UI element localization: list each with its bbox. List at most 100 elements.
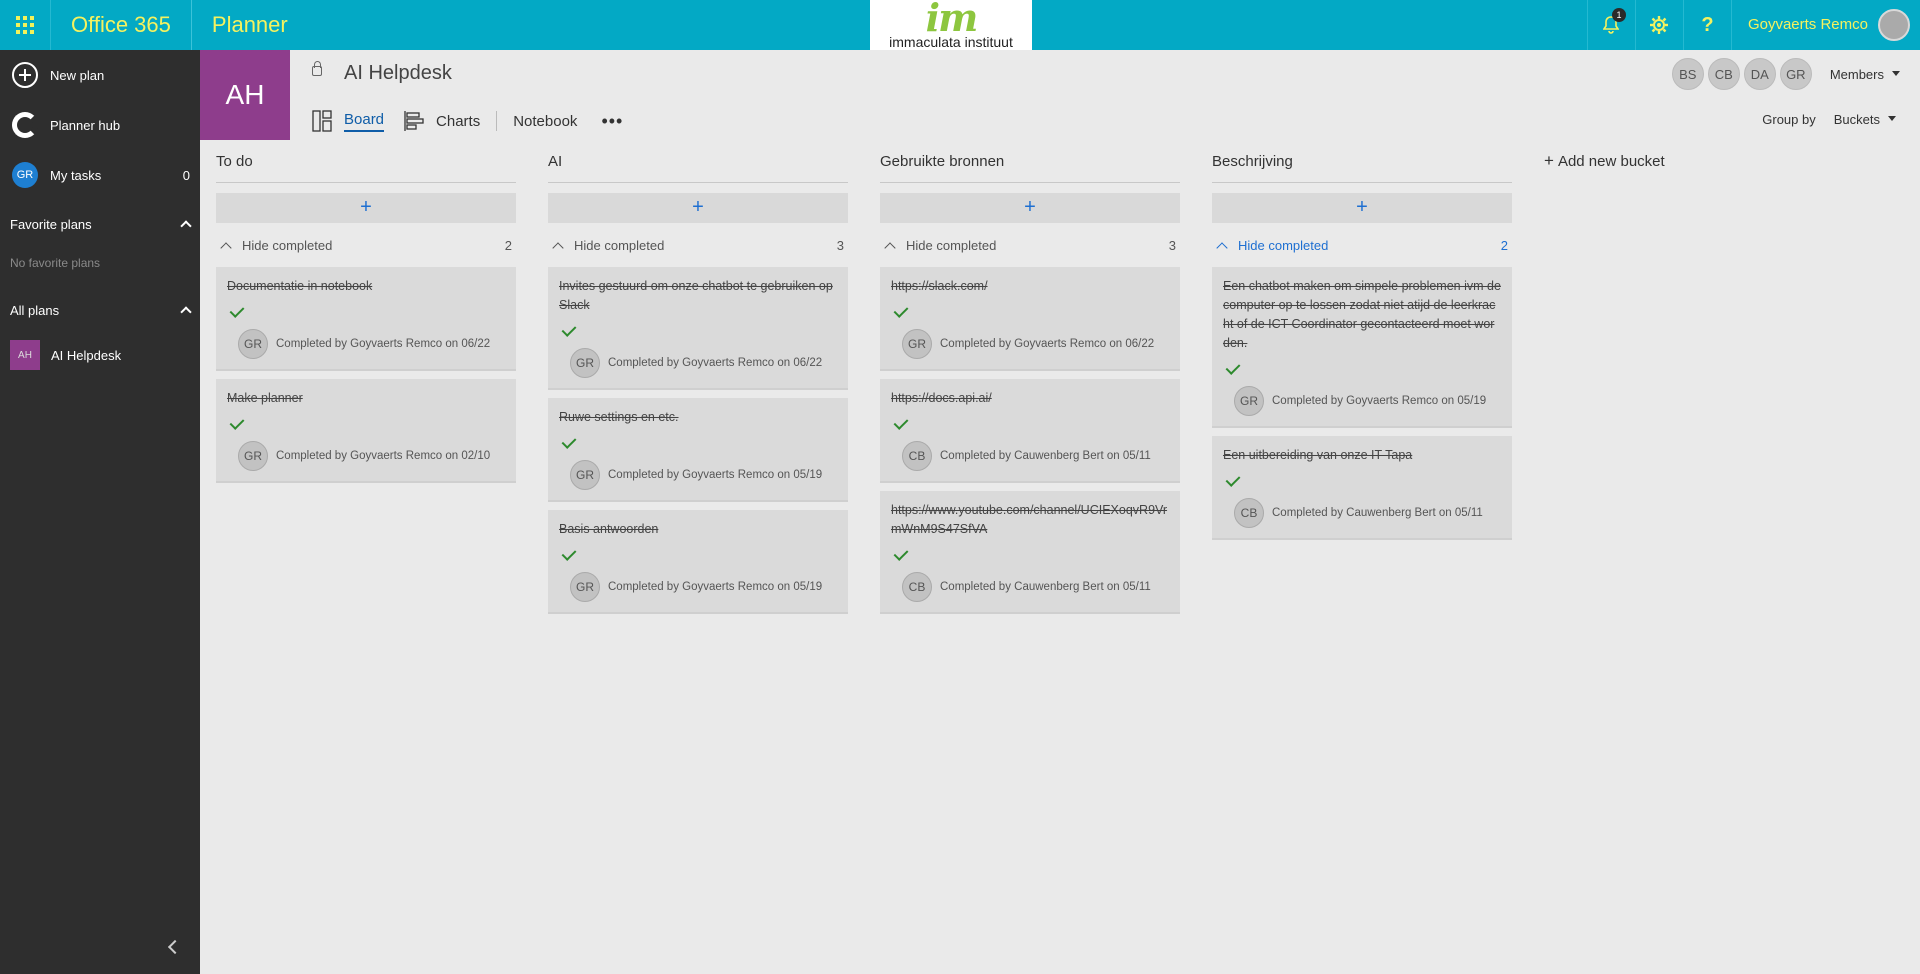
- task-card[interactable]: Invites gestuurd om onze chatbot te gebr…: [548, 267, 848, 390]
- completed-info: Completed by Goyvaerts Remco on 06/22: [276, 338, 491, 350]
- assignee-avatar: CB: [1234, 498, 1264, 528]
- left-sidebar: New plan Planner hub GR My tasks 0 Favor…: [0, 50, 200, 974]
- notification-badge: 1: [1611, 8, 1626, 22]
- task-title: Een chatbot maken om simpele problemen i…: [1223, 279, 1501, 350]
- checkmark-icon[interactable]: [893, 303, 909, 318]
- plan-title[interactable]: AI Helpdesk: [344, 62, 452, 85]
- assignee-avatar: GR: [238, 329, 268, 359]
- member-avatar[interactable]: DA: [1743, 58, 1776, 90]
- tab-charts[interactable]: Charts: [404, 106, 480, 136]
- school-logo: im immaculata instituut: [870, 0, 1032, 50]
- assignee-avatar: GR: [570, 348, 600, 378]
- task-card[interactable]: https://docs.api.ai/ CB Completed by Cauw…: [880, 379, 1180, 483]
- completed-info: Completed by Goyvaerts Remco on 06/22: [608, 357, 823, 369]
- app-launcher-button[interactable]: [0, 0, 50, 50]
- group-by-control: Group by Buckets: [1762, 112, 1896, 127]
- planner-hub-label: Planner hub: [50, 117, 121, 133]
- checkmark-icon[interactable]: [893, 415, 909, 430]
- notifications-button[interactable]: 1: [1586, 0, 1635, 50]
- hide-completed-toggle[interactable]: Hide completed 3: [548, 231, 848, 259]
- checkmark-icon[interactable]: [229, 415, 245, 430]
- members-area: BS CB DA GR Members: [1668, 58, 1900, 90]
- task-card[interactable]: Basis antwoorden GR Completed by Goyvaert…: [548, 510, 848, 614]
- view-tabs: Board Charts Notebook •••: [312, 106, 623, 136]
- hide-completed-toggle[interactable]: Hide completed 3: [880, 231, 1180, 259]
- bucket: Beschrijving + Hide completed 2 Een chatb…: [1212, 153, 1512, 614]
- settings-button[interactable]: [1634, 0, 1683, 50]
- hide-completed-label: Hide completed: [574, 237, 665, 253]
- tab-board[interactable]: Board: [312, 106, 385, 136]
- caret-down-icon: [1892, 70, 1900, 76]
- bucket-title[interactable]: To do: [216, 153, 516, 183]
- task-card[interactable]: Een chatbot maken om simpele problemen i…: [1212, 267, 1512, 428]
- member-avatar[interactable]: GR: [1779, 58, 1812, 90]
- task-card[interactable]: Documentatie in notebook GR Completed by …: [216, 267, 516, 371]
- my-tasks-link[interactable]: GR My tasks 0: [0, 150, 200, 200]
- checkmark-icon[interactable]: [893, 546, 909, 561]
- completed-info: Completed by Cauwenberg Bert on 05/11: [940, 581, 1151, 593]
- member-avatar[interactable]: CB: [1707, 58, 1740, 90]
- tab-charts-label: Charts: [436, 112, 481, 130]
- app-title[interactable]: Planner: [190, 0, 308, 50]
- task-card[interactable]: https://www.youtube.com/channel/UCIEXoqv…: [880, 491, 1180, 614]
- task-card[interactable]: Make planner GR Completed by Goyvaerts Re…: [216, 379, 516, 483]
- help-button[interactable]: ?: [1682, 0, 1731, 50]
- hide-completed-toggle[interactable]: Hide completed 2: [216, 231, 516, 259]
- checkmark-icon[interactable]: [229, 303, 245, 318]
- completed-count: 2: [504, 237, 512, 253]
- user-avatar[interactable]: [1878, 9, 1910, 41]
- sidebar-item-ai-helpdesk[interactable]: AH AI Helpdesk: [0, 330, 200, 380]
- add-task-button[interactable]: +: [1212, 193, 1512, 223]
- add-circle-icon: [12, 62, 38, 88]
- checkmark-icon[interactable]: [561, 322, 577, 337]
- my-tasks-count: 0: [182, 167, 190, 183]
- task-card[interactable]: Ruwe settings en etc. GR Completed by Goy…: [548, 398, 848, 502]
- checkmark-icon[interactable]: [1225, 472, 1241, 487]
- planner-hub-link[interactable]: Planner hub: [0, 100, 200, 150]
- bucket-title[interactable]: Beschrijving: [1212, 153, 1512, 183]
- new-plan-button[interactable]: New plan: [0, 50, 200, 100]
- completed-count: 3: [1168, 237, 1176, 253]
- tab-board-label: Board: [344, 111, 385, 132]
- checkmark-icon[interactable]: [561, 546, 577, 561]
- members-label: Members: [1829, 66, 1884, 82]
- task-card[interactable]: https://slack.com/ GR Completed by Goyvae…: [880, 267, 1180, 371]
- assignee-avatar: CB: [902, 441, 932, 471]
- group-by-dropdown[interactable]: Buckets: [1834, 112, 1896, 127]
- tab-notebook-label: Notebook: [513, 112, 578, 130]
- new-plan-label: New plan: [50, 67, 105, 83]
- member-avatar[interactable]: BS: [1671, 58, 1704, 90]
- user-name[interactable]: Goyvaerts Remco: [1730, 0, 1878, 50]
- question-icon: ?: [1701, 13, 1714, 36]
- checkmark-icon[interactable]: [1225, 360, 1241, 375]
- bucket-title[interactable]: AI: [548, 153, 848, 183]
- task-title: https://docs.api.ai/: [891, 391, 992, 405]
- checkmark-icon[interactable]: [561, 434, 577, 449]
- collapse-sidebar-icon[interactable]: [167, 939, 183, 955]
- assignee-avatar: GR: [902, 329, 932, 359]
- members-dropdown[interactable]: Members: [1830, 67, 1900, 82]
- add-task-button[interactable]: +: [548, 193, 848, 223]
- chevron-up-icon: [180, 306, 192, 318]
- my-tasks-avatar: GR: [12, 162, 38, 188]
- lock-icon: [312, 61, 322, 76]
- group-by-label: Group by: [1762, 112, 1816, 127]
- suite-title[interactable]: Office 365: [50, 0, 191, 50]
- more-options-icon[interactable]: •••: [601, 111, 623, 132]
- all-plans-header[interactable]: All plans: [0, 290, 200, 330]
- add-task-button[interactable]: +: [880, 193, 1180, 223]
- task-title: Make planner: [227, 391, 303, 405]
- bucket-title[interactable]: Gebruikte bronnen: [880, 153, 1180, 183]
- task-card[interactable]: Een uitbereiding van onze IT Tapa CB Comp…: [1212, 436, 1512, 540]
- logo-text: immaculata instituut: [889, 34, 1013, 50]
- logo-mark: im: [925, 0, 979, 40]
- add-task-button[interactable]: +: [216, 193, 516, 223]
- completed-info: Completed by Goyvaerts Remco on 06/22: [940, 338, 1155, 350]
- add-new-bucket-button[interactable]: + Add new bucket: [1544, 152, 1665, 614]
- favorite-plans-header[interactable]: Favorite plans: [0, 204, 200, 244]
- completed-count: 3: [836, 237, 844, 253]
- hide-completed-toggle[interactable]: Hide completed 2: [1212, 231, 1512, 259]
- completed-info: Completed by Cauwenberg Bert on 05/11: [1272, 507, 1483, 519]
- tab-notebook[interactable]: Notebook: [513, 106, 577, 136]
- all-plans-label: All plans: [10, 302, 60, 318]
